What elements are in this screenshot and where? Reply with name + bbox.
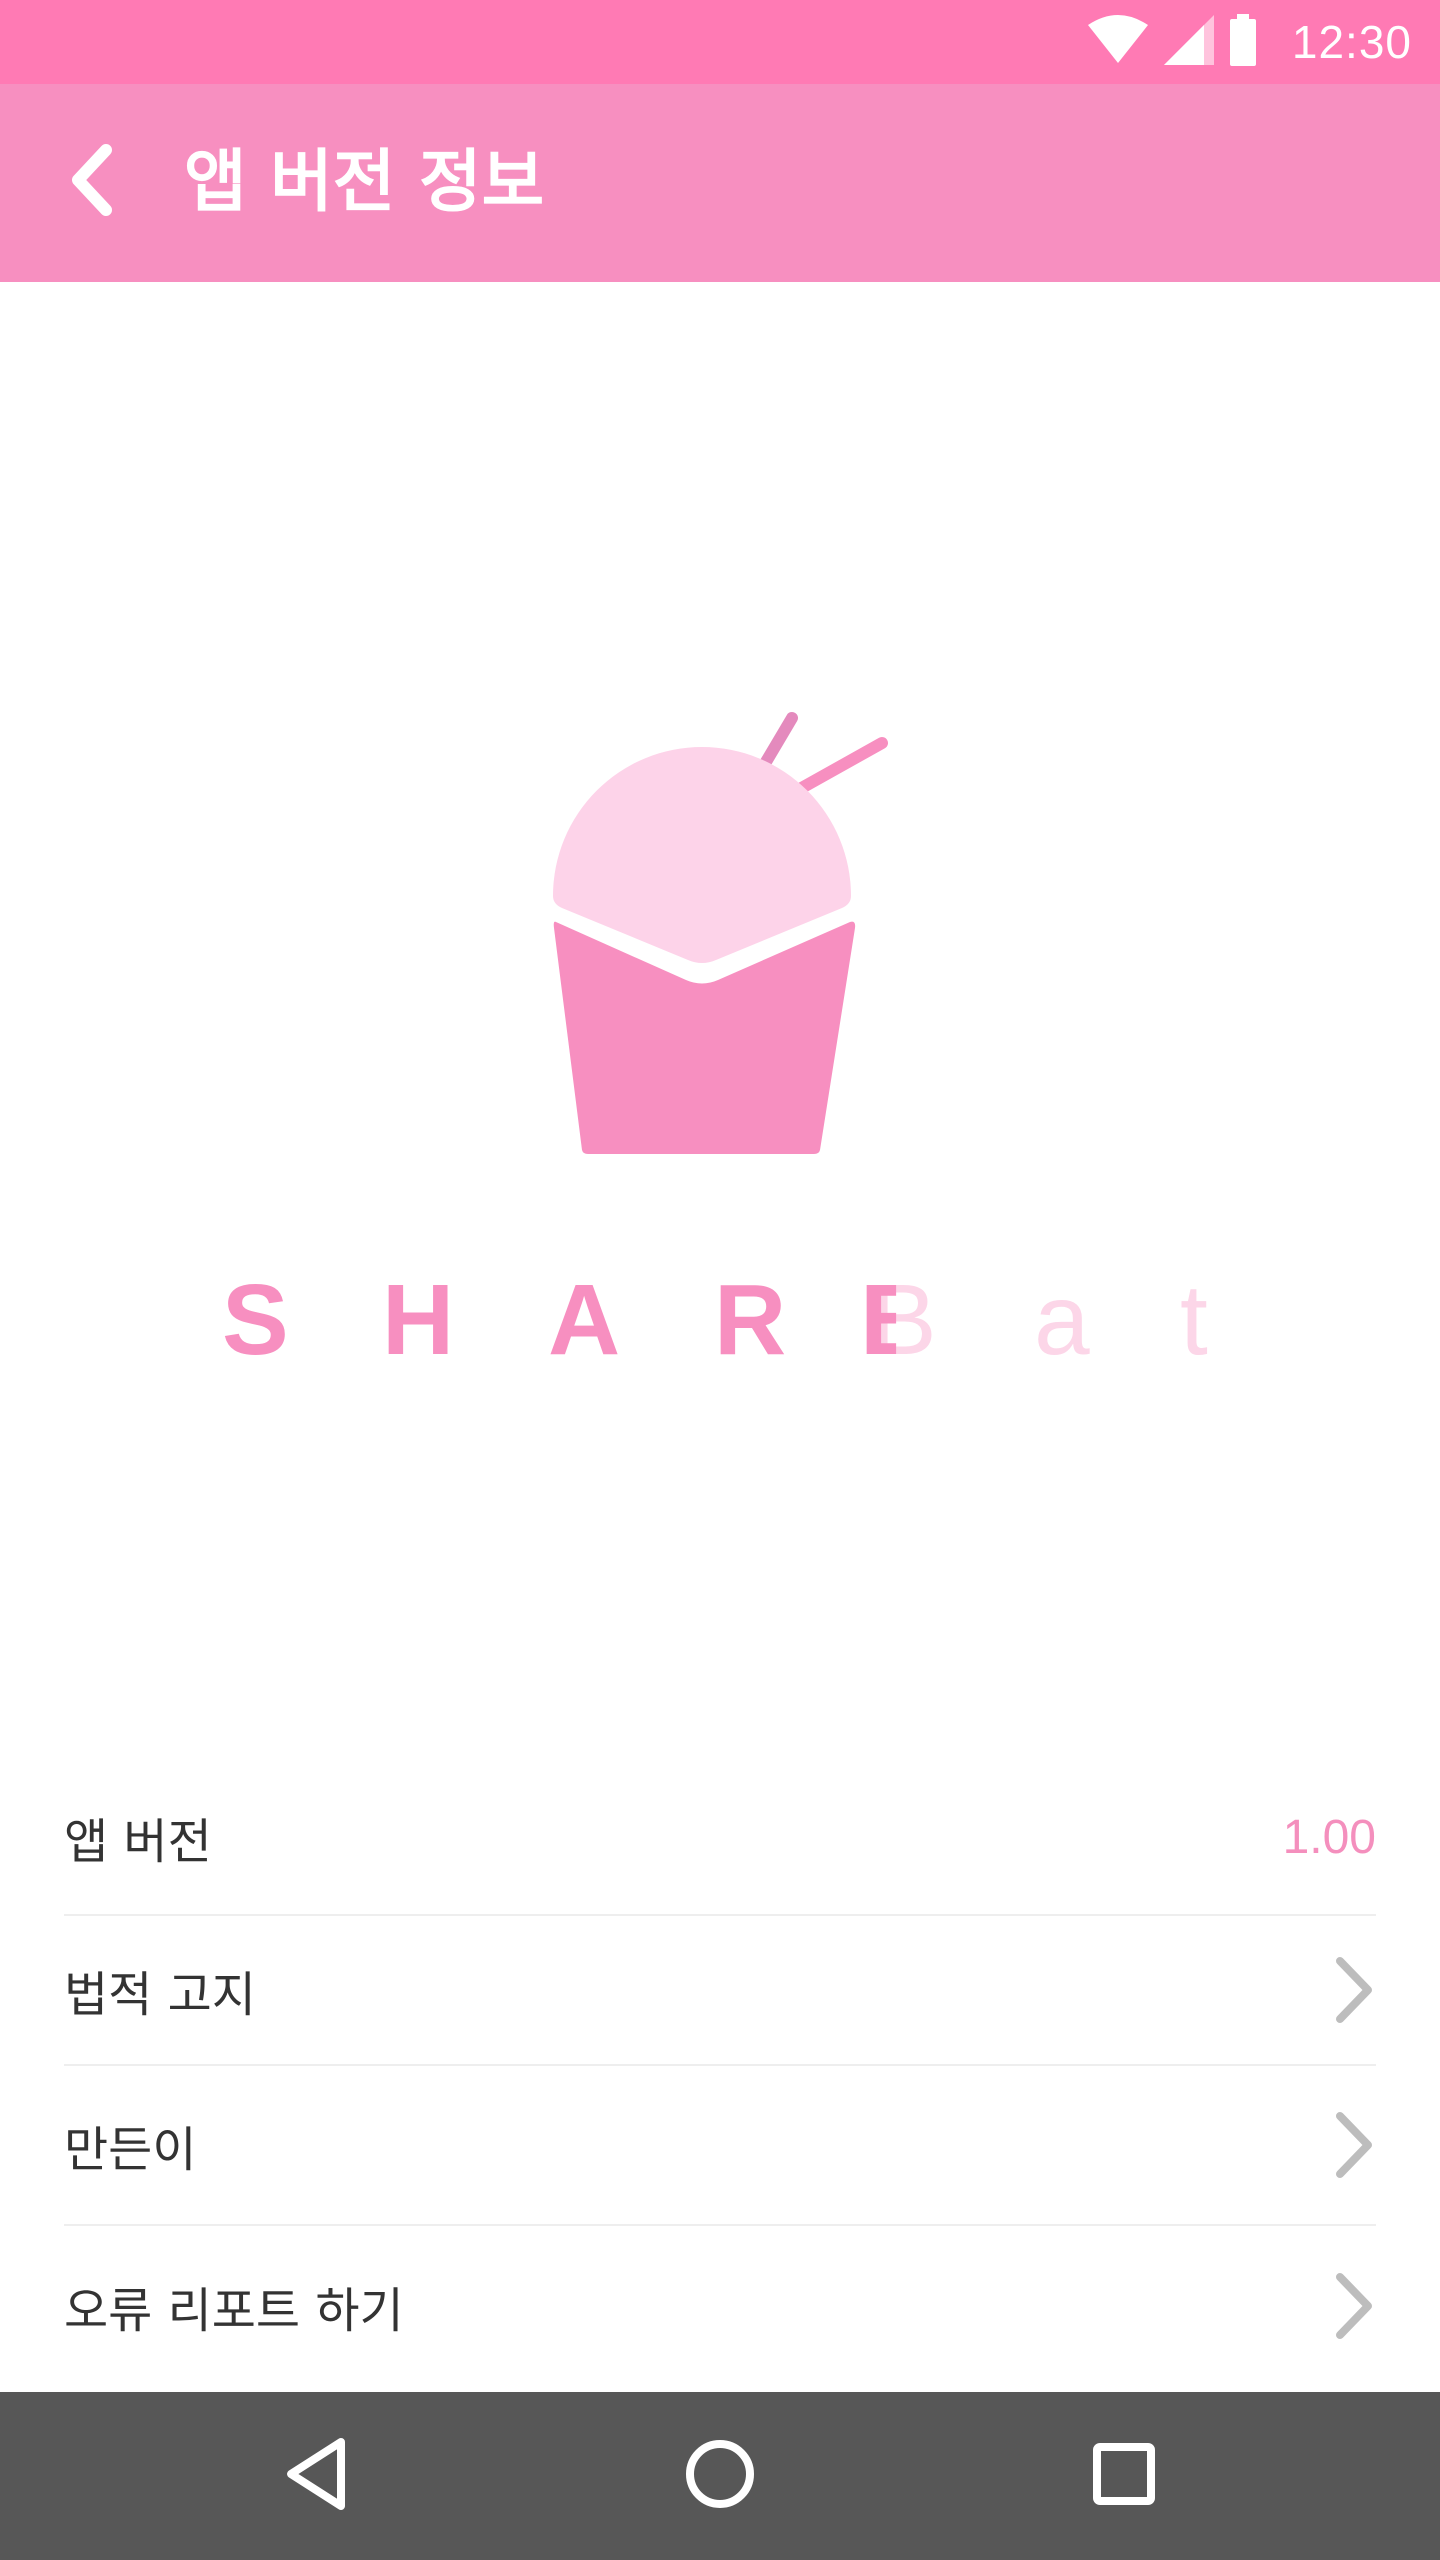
nav-back-button[interactable] bbox=[266, 2426, 366, 2526]
chevron-right-icon bbox=[1316, 2266, 1376, 2346]
nav-back-icon bbox=[281, 2436, 351, 2516]
wordmark-letter: S bbox=[222, 1264, 289, 1376]
back-button[interactable] bbox=[40, 130, 144, 234]
wordmark-letter: t bbox=[1180, 1264, 1208, 1376]
battery-icon bbox=[1228, 14, 1258, 70]
bug-report-row[interactable]: 오류 리포트 하기 bbox=[64, 2226, 1376, 2386]
signal-icon bbox=[1163, 15, 1214, 69]
app-version-value: 1.00 bbox=[1282, 1810, 1376, 1864]
wordmark-letter: R bbox=[714, 1264, 787, 1376]
page-title: 앱 버전 정보 bbox=[184, 143, 545, 222]
status-time: 12:30 bbox=[1291, 16, 1412, 68]
app-wordmark: S H A R B B a t bbox=[0, 1260, 1440, 1380]
chevron-right-icon bbox=[1316, 2105, 1376, 2185]
status-bar: 12:30 bbox=[0, 0, 1440, 84]
wordmark-letter: a bbox=[1034, 1264, 1090, 1376]
wordmark-letter: A bbox=[548, 1264, 621, 1376]
app-bar: 앱 버전 정보 bbox=[0, 84, 1440, 282]
app-logo bbox=[520, 690, 920, 1170]
makers-label: 만든이 bbox=[64, 2122, 197, 2178]
nav-recents-icon bbox=[1092, 2442, 1156, 2510]
legal-notice-row[interactable]: 법적 고지 bbox=[64, 1916, 1376, 2066]
navigation-bar bbox=[0, 2392, 1440, 2560]
wifi-icon bbox=[1086, 15, 1150, 69]
status-icons: 12:30 bbox=[1086, 0, 1412, 84]
bug-report-label: 오류 리포트 하기 bbox=[64, 2283, 404, 2339]
settings-list: 앱 버전 1.00 법적 고지 만든이 오류 리포트 하기 bbox=[64, 1760, 1376, 2386]
nav-recents-button[interactable] bbox=[1074, 2426, 1174, 2526]
makers-row[interactable]: 만든이 bbox=[64, 2066, 1376, 2226]
arrow-back-icon bbox=[62, 140, 122, 224]
nav-home-button[interactable] bbox=[670, 2426, 770, 2526]
nav-home-icon bbox=[684, 2438, 756, 2514]
chevron-right-icon bbox=[1316, 1950, 1376, 2030]
legal-notice-label: 법적 고지 bbox=[64, 1967, 256, 2023]
app-version-label: 앱 버전 bbox=[64, 1814, 212, 1870]
wordmark-letter: H bbox=[382, 1264, 455, 1376]
app-version-row: 앱 버전 1.00 bbox=[64, 1760, 1376, 1916]
